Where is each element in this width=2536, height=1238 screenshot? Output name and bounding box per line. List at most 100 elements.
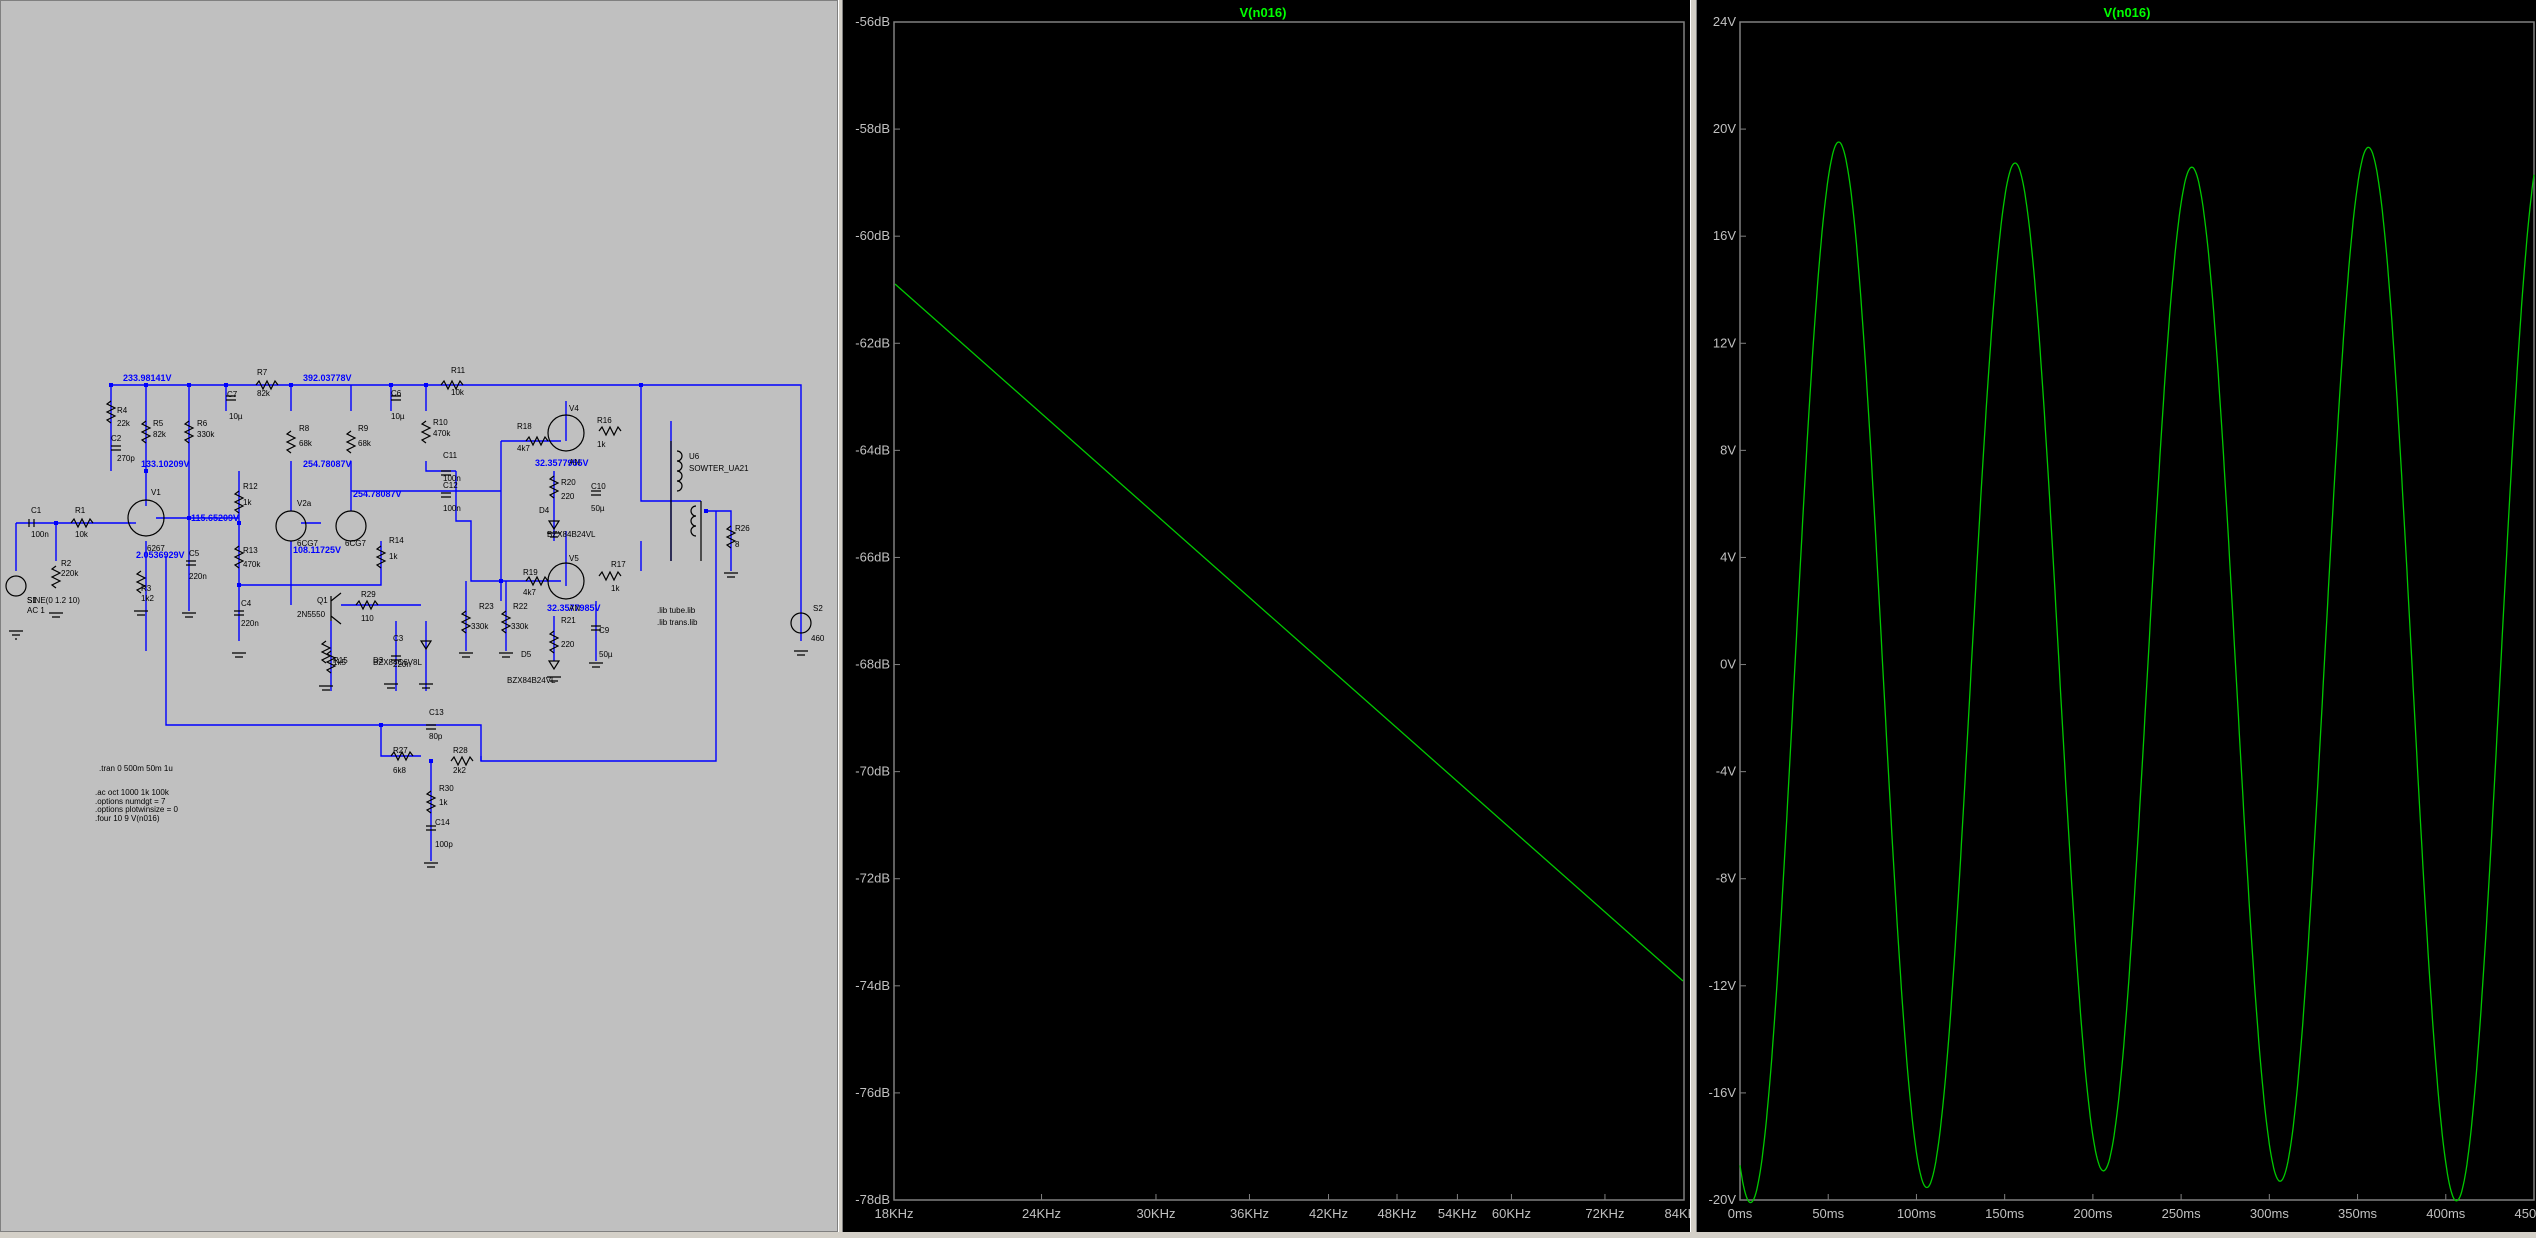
component-value-label: 10k: [451, 388, 465, 397]
component-ref-label: C5: [189, 549, 200, 558]
x-tick-label: 100ms: [1897, 1206, 1937, 1221]
component-ref-label: D5: [521, 650, 532, 659]
component-ref-label: C1: [31, 506, 42, 515]
component-value-label: 10µ: [391, 412, 405, 421]
x-tick-label: 50ms: [1812, 1206, 1844, 1221]
component-ref-label: C14: [435, 818, 450, 827]
component-ref-label: C2: [111, 434, 122, 443]
component-value-label: AC 1: [27, 606, 45, 615]
component-ref-label: R16: [597, 416, 612, 425]
ac-plot-pane[interactable]: V(n016) -56dB -58dB -60dB -62dB -64dB -66dB -6…: [843, 0, 1704, 1232]
x-tick-label: 18KHz: [874, 1206, 913, 1221]
transient-plot-pane[interactable]: V(n016) 24V 20V 16V 12V 8V 4V 0V -4V -8V -12V -16V…: [1697, 0, 2536, 1232]
component-value-label: BZX84B24VL: [547, 530, 596, 539]
trace-line[interactable]: [1739, 141, 2535, 1204]
y-tick-label: -74dB: [855, 978, 890, 993]
x-tick-label: 250ms: [2162, 1206, 2202, 1221]
component-value-label: 220: [561, 492, 575, 501]
lib-directive[interactable]: .lib trans.lib: [657, 618, 698, 627]
x-axis-ticks: 0ms 50ms 100ms 150ms 200ms 250ms 300ms 350ms 400…: [1728, 1194, 2536, 1221]
component-value-label: 6k8: [393, 766, 406, 775]
spice-directive[interactable]: .four 10 9 V(n016): [95, 814, 160, 823]
transient-plot-canvas[interactable]: V(n016) 24V 20V 16V 12V 8V 4V 0V -4V -8V -12V -16V…: [1697, 0, 2536, 1232]
component-ref-label: R7: [257, 368, 268, 377]
trace-title[interactable]: V(n016): [1240, 5, 1287, 20]
y-tick-label: -72dB: [855, 871, 890, 886]
component-value-label: 4k7: [523, 588, 536, 597]
component-value-label: 1k5: [333, 658, 346, 667]
lib-directives[interactable]: .lib tube.lib .lib trans.lib: [657, 606, 698, 627]
component-ref-label: R11: [451, 366, 466, 375]
component-value-label: AN: [569, 458, 580, 467]
x-tick-label: 72KHz: [1585, 1206, 1624, 1221]
trace-line[interactable]: [894, 283, 1684, 982]
pane-splitter[interactable]: [1690, 0, 1697, 1232]
component-value-label: 1k: [389, 552, 398, 561]
x-tick-label: 200ms: [2073, 1206, 2113, 1221]
component-ref-label: R30: [439, 784, 454, 793]
component-value-label: SINE(0 1.2 10): [27, 596, 80, 605]
y-tick-label: 16V: [1713, 228, 1736, 243]
component-ref-label: R26: [735, 524, 750, 533]
schematic-editor[interactable]: 233.98141V 392.03778V 133.10209V 254.780…: [0, 0, 838, 1232]
component-value-label: 10µ: [229, 412, 243, 421]
spice-directive[interactable]: .ac oct 1000 1k 100k: [95, 788, 170, 797]
spice-directives[interactable]: .tran 0 500m 50m 1u .ac oct 1000 1k 100k…: [95, 764, 178, 823]
x-axis-ticks: 18KHz 24KHz 30KHz 36KHz 42KHz 48KHz 54KHz 60KHz…: [874, 1194, 1704, 1221]
node-label: 254.78087V: [353, 489, 402, 499]
y-tick-label: -70dB: [855, 764, 890, 779]
x-tick-label: 84KHz: [1664, 1206, 1690, 1221]
y-tick-label: 24V: [1713, 14, 1736, 29]
component-ref-label: R9: [358, 424, 369, 433]
component-ref-label: R22: [513, 602, 528, 611]
component-value-label: 50µ: [591, 504, 605, 513]
component-ref-label: R20: [561, 478, 576, 487]
component-value-label: 220k: [61, 569, 79, 578]
component-ref-label: R23: [479, 602, 494, 611]
component-ref-label: R21: [561, 616, 576, 625]
x-tick-label: 48KHz: [1377, 1206, 1416, 1221]
component-value-label: 6CG7: [345, 539, 366, 548]
x-tick-label: 36KHz: [1230, 1206, 1269, 1221]
x-tick-label: 24KHz: [1022, 1206, 1061, 1221]
component-value-label: 82k: [257, 389, 271, 398]
y-tick-label: 4V: [1720, 549, 1736, 564]
component-value-label: 330k: [197, 430, 215, 439]
component-ref-label: C3: [393, 634, 404, 643]
component-ref-label: V5: [569, 554, 579, 563]
schematic-canvas[interactable]: 233.98141V 392.03778V 133.10209V 254.780…: [1, 1, 839, 1233]
component-value-label: 68k: [358, 439, 372, 448]
component-value-label: 80p: [429, 732, 443, 741]
component-ref-label: R6: [197, 419, 208, 428]
ac-plot-canvas[interactable]: V(n016) -56dB -58dB -60dB -62dB -64dB -66dB -6…: [843, 0, 1704, 1232]
component-value-label: 100n: [31, 530, 49, 539]
y-tick-label: -58dB: [855, 121, 890, 136]
node-label: 254.78087V: [303, 459, 352, 469]
node-label: 392.03778V: [303, 373, 352, 383]
component-ref-label: C7: [227, 390, 238, 399]
component-ref-label: R27: [393, 746, 408, 755]
component-value-label: 100p: [435, 840, 453, 849]
x-tick-label: 450ms: [2514, 1206, 2536, 1221]
x-tick-label: 42KHz: [1309, 1206, 1348, 1221]
component-ref-label: C9: [599, 626, 610, 635]
lib-directive[interactable]: .lib tube.lib: [657, 606, 696, 615]
trace-title[interactable]: V(n016): [2104, 5, 2151, 20]
component-ref-label: D4: [539, 506, 550, 515]
component-value-label: 82k: [153, 430, 167, 439]
spice-directive[interactable]: .tran 0 500m 50m 1u: [99, 764, 173, 773]
component-value-label: 4k7: [517, 444, 530, 453]
component-ref-label: R1: [75, 506, 86, 515]
node-label: 133.10209V: [141, 459, 190, 469]
component-ref-label: C6: [391, 389, 402, 398]
component-ref-label: U6: [689, 452, 700, 461]
y-tick-label: -66dB: [855, 549, 890, 564]
y-tick-label: -12V: [1709, 978, 1737, 993]
x-tick-label: 150ms: [1985, 1206, 2025, 1221]
component-value-label: SOWTER_UA21: [689, 464, 749, 473]
y-tick-label: -76dB: [855, 1085, 890, 1100]
component-value-label: 2k2: [453, 766, 466, 775]
component-value-label: 10k: [75, 530, 89, 539]
component-ref-label: V1: [151, 488, 161, 497]
spice-directive[interactable]: .options plotwinsize = 0: [95, 805, 178, 814]
